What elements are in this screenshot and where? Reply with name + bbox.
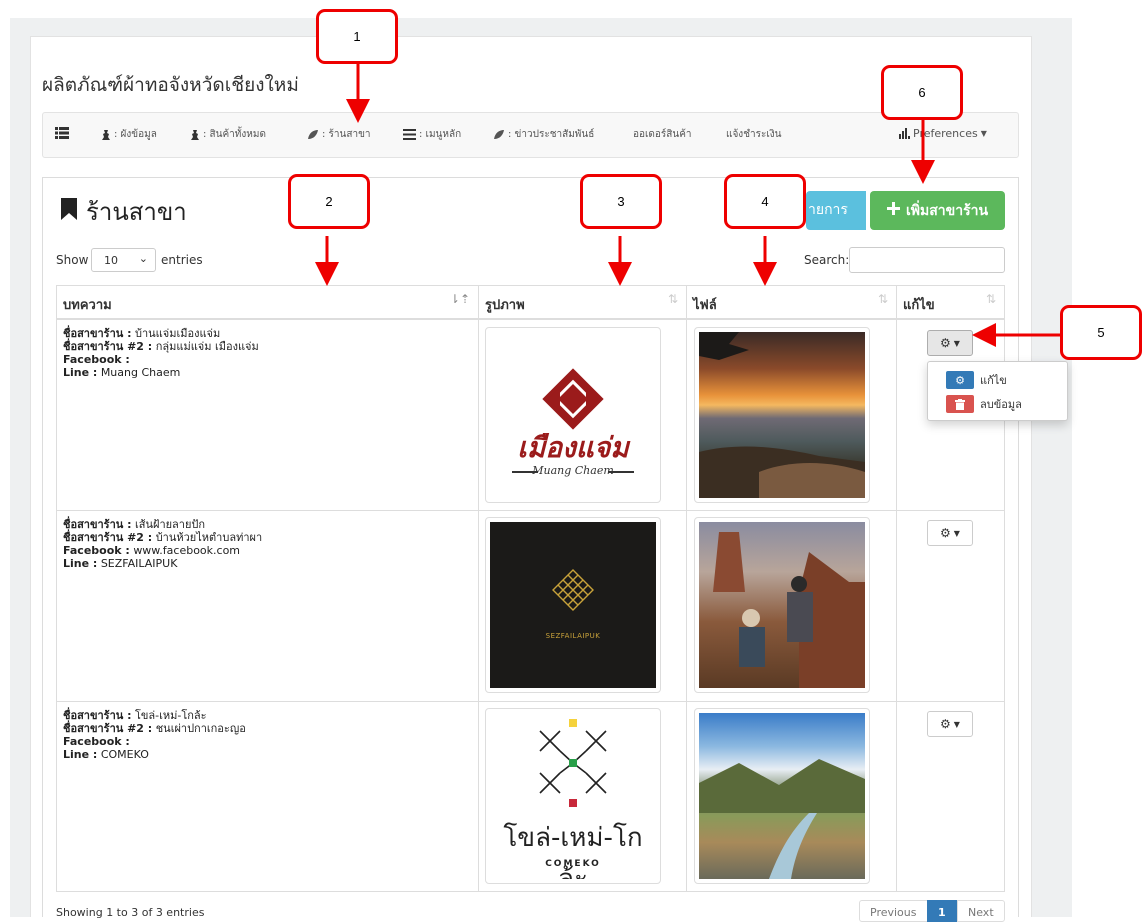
callout-5: 5 xyxy=(1060,305,1142,360)
callout-1: 1 xyxy=(316,9,398,64)
callout-6: 6 xyxy=(881,65,963,120)
callout-4: 4 xyxy=(724,174,806,229)
callout-3: 3 xyxy=(580,174,662,229)
annotation-arrows xyxy=(315,64,1060,347)
callout-2: 2 xyxy=(288,174,370,229)
